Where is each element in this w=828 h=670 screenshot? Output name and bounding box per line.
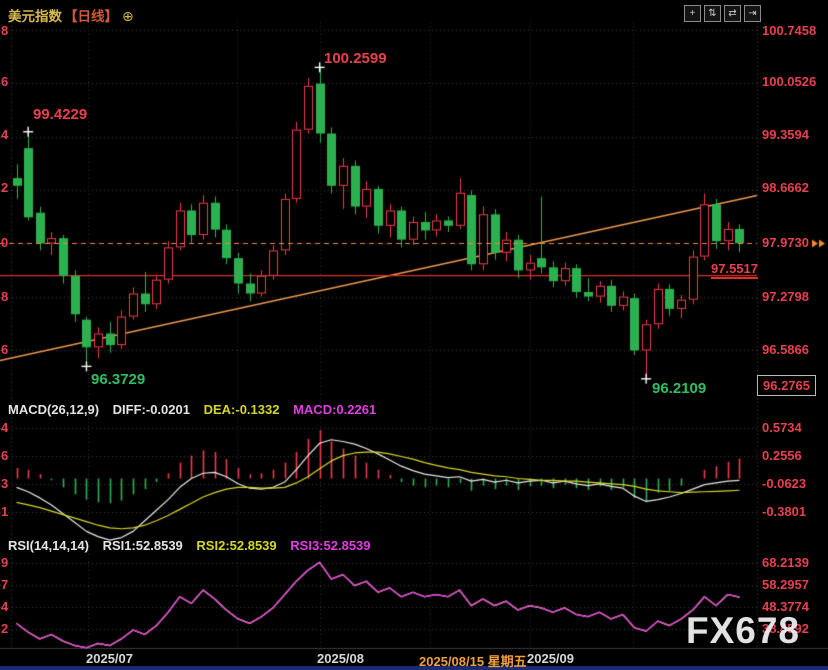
price-axis-label: 99.3594 (762, 127, 809, 143)
price-axis-label: 100.0526 (762, 74, 816, 90)
rsi3-value: RSI3:52.8539 (290, 538, 370, 553)
annotation-low-right: 96.2109 (652, 380, 706, 397)
axis-pan-icon[interactable]: ⇄ (724, 5, 741, 22)
support-price-label: 97.5517 (711, 261, 758, 279)
price-axis-label: 97.2798 (762, 289, 809, 305)
left-axis-digit: 1 (1, 504, 8, 520)
price-axis-label: 96.5866 (762, 342, 809, 358)
left-axis-digit: 8 (1, 23, 8, 39)
price-low-box: 96.2765 (757, 375, 816, 396)
macd-axis-label: -0.0623 (762, 476, 806, 492)
price-axis-label: 98.6662 (762, 180, 809, 196)
rsi1-value: RSI1:52.8539 (103, 538, 183, 553)
macd-diff-value: DIFF:-0.0201 (113, 402, 190, 417)
left-axis-digit: 4 (1, 127, 8, 143)
add-indicator-icon[interactable]: ⊕ (122, 8, 134, 24)
macd-params-label: MACD(26,12,9) (8, 402, 99, 417)
macd-axis-label: 0.2556 (762, 448, 802, 464)
macd-axis-label: 0.5734 (762, 420, 802, 436)
rsi-axis-label: 58.2957 (762, 577, 809, 593)
annotation-peak-high: 100.2599 (324, 50, 387, 67)
macd-indicator-row: MACD(26,12,9) DIFF:-0.0201 DEA:-0.1332 M… (8, 402, 386, 417)
timeframe-label[interactable]: 【日线】 (64, 9, 118, 24)
macd-macd-value: MACD:0.2261 (293, 402, 376, 417)
left-axis-digit: 2 (1, 180, 8, 196)
left-axis-digit: 0 (1, 235, 8, 251)
price-axis-label: 100.7458 (762, 23, 816, 39)
macd-dea-value: DEA:-0.1332 (204, 402, 280, 417)
rsi-axis-label: 68.2139 (762, 555, 809, 571)
x-axis-label-sep: 2025/09 (527, 651, 574, 666)
left-axis-digit: 9 (1, 555, 8, 571)
macd-axis-label: -0.3801 (762, 504, 806, 520)
rsi-indicator-row: RSI(14,14,14) RSI1:52.8539 RSI2:52.8539 … (8, 538, 381, 553)
left-axis-digit: 8 (1, 289, 8, 305)
annotation-low-left: 96.3729 (91, 371, 145, 388)
fx678-watermark: FX678 (686, 610, 800, 652)
annotation-high-left: 99.4229 (33, 106, 87, 123)
x-axis-label-crosshair-date: 2025/08/15 星期五 (419, 651, 527, 670)
crosshair-move-icon[interactable]: + (684, 5, 701, 22)
left-axis-digit: 6 (1, 448, 8, 464)
symbol-name: 美元指数 (8, 9, 62, 24)
left-axis-digit: 3 (1, 476, 8, 492)
step-forward-icon[interactable]: ⇥ (744, 5, 761, 22)
chart-toolbar: + ⇅ ⇄ ⇥ (684, 5, 761, 22)
chart-header: 美元指数【日线】 ⊕ (8, 5, 134, 25)
axis-scale-icon[interactable]: ⇅ (704, 5, 721, 22)
left-axis-digit: 4 (1, 599, 8, 615)
left-axis-digit: 6 (1, 74, 8, 90)
chart-canvas[interactable] (0, 0, 828, 670)
rsi-params-label: RSI(14,14,14) (8, 538, 89, 553)
left-axis-digit: 6 (1, 342, 8, 358)
left-axis-digit: 7 (1, 577, 8, 593)
x-axis-label-jul: 2025/07 (86, 651, 133, 666)
left-axis-digit: 2 (1, 621, 8, 637)
price-axis-label-current: 97.9730 (762, 235, 809, 251)
rsi2-value: RSI2:52.8539 (196, 538, 276, 553)
x-axis-label-aug: 2025/08 (317, 651, 364, 666)
left-axis-digit: 4 (1, 420, 8, 436)
app-root: 美元指数【日线】 ⊕ + ⇅ ⇄ ⇥ 100.7458 100.0526 99.3… (0, 0, 828, 670)
